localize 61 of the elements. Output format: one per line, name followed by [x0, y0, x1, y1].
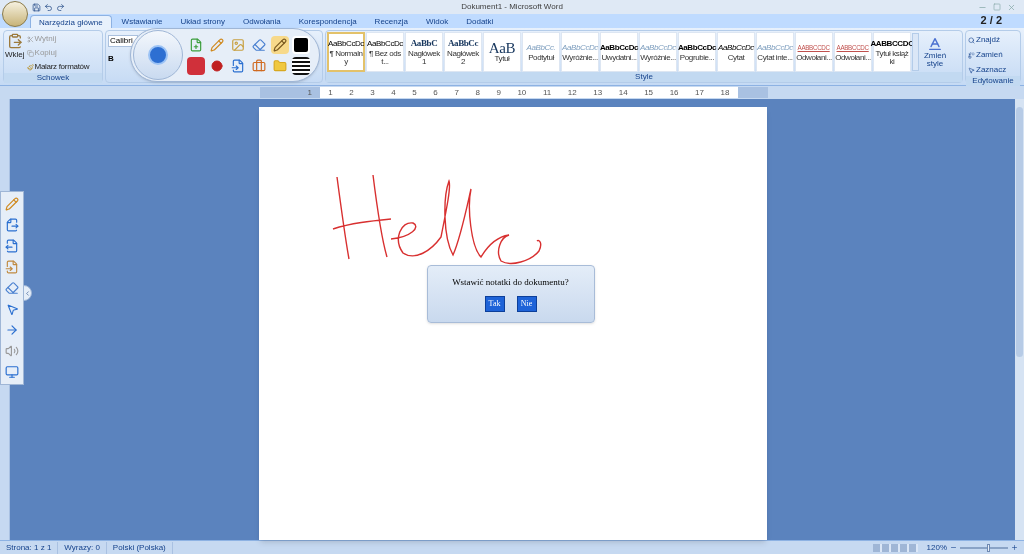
ruler-number: 15 — [644, 87, 654, 98]
find-button[interactable]: Znajdź — [968, 34, 1018, 46]
ribbon-tab[interactable]: Widok — [417, 15, 457, 28]
style-preset[interactable]: AaBbCcDc Wyróżnie... — [561, 31, 599, 72]
ribbon-tab[interactable]: Układ strony — [172, 15, 233, 28]
style-preset[interactable]: AABBCCDC Tytuł książki — [873, 31, 911, 72]
style-preset[interactable]: AABBCCDC Odwołani... — [834, 31, 872, 72]
ruler-number: 12 — [567, 87, 577, 98]
ribbon-tab[interactable]: Wstawianie — [113, 15, 171, 28]
status-item[interactable]: Polski (Polska) — [106, 541, 173, 554]
style-preset[interactable]: AaBbCcDc ¶ Bez odst... — [366, 31, 404, 72]
group-label: Schowek — [4, 73, 102, 83]
ruler-number: 10 — [517, 87, 527, 98]
style-preset[interactable]: AaBbCcDc Wyróżnie... — [639, 31, 677, 72]
ruler-number: 11 — [542, 87, 552, 98]
ruler-number: 14 — [618, 87, 628, 98]
status-item[interactable]: Wyrazy: 0 — [58, 541, 107, 554]
style-preset[interactable]: AABBCCDC Odwołani... — [795, 31, 833, 72]
select-button[interactable]: Zaznacz — [968, 64, 1018, 76]
ruler-number: 5 — [412, 87, 417, 98]
ruler-number: 2 — [349, 87, 354, 98]
ruler-number: 8 — [475, 87, 480, 98]
dialog-button[interactable]: Nie — [516, 296, 537, 313]
ruler-number: 7 — [454, 87, 459, 98]
style-preset[interactable]: AaBbC Nagłówek 1 — [405, 31, 443, 72]
ruler-number: 6 — [433, 87, 438, 98]
group-label: Style — [326, 72, 962, 82]
ribbon-tab[interactable]: Recenzja — [366, 15, 416, 28]
ruler-number: 1 — [328, 87, 333, 98]
bold-button[interactable]: B — [108, 53, 118, 65]
style-preset[interactable]: AaBbCc. Podtytuł — [522, 31, 560, 72]
zoom-level[interactable]: 120% — [926, 541, 947, 554]
ruler-number: 18 — [720, 87, 730, 98]
ruler-number: 3 — [370, 87, 375, 98]
style-preset[interactable]: AaBbCc Nagłówek 2 — [444, 31, 482, 72]
style-preset[interactable]: AaBbCcDc Uwydatni... — [600, 31, 638, 72]
change-styles-button[interactable]: Zmień style — [920, 35, 950, 68]
ribbon-tab[interactable]: Korespondencja — [290, 15, 365, 28]
dialog-button[interactable]: Tak — [484, 296, 505, 313]
style-preset[interactable]: AaBbCcDc Pogrubie... — [678, 31, 716, 72]
font-name-field[interactable]: Calibri — [108, 35, 138, 47]
ruler-number: 9 — [496, 87, 501, 98]
style-preset[interactable]: AaBbCcDc Cytat inte... — [756, 31, 794, 72]
ribbon-tab[interactable]: Narzędzia główne — [30, 15, 112, 28]
format-painter-button[interactable]: Malarz formatów — [26, 61, 90, 73]
group-label: Edytowanie — [966, 76, 1020, 86]
window-title: Dokument1 - Microsoft Word — [461, 1, 563, 13]
ruler-number: 13 — [593, 87, 603, 98]
paste-button[interactable]: Wklej — [5, 33, 25, 61]
dialog-message: Wstawić notatki do dokumentu? — [452, 275, 569, 289]
ruler-number: 4 — [391, 87, 396, 98]
style-preset[interactable]: AaB Tytuł — [483, 31, 521, 72]
ruler-number: 1 — [307, 87, 312, 98]
ribbon-tab[interactable]: Odwołania — [234, 15, 289, 28]
ribbon-tab[interactable]: Dodatki — [458, 15, 502, 28]
ruler-number: 16 — [669, 87, 679, 98]
style-preset[interactable]: AaBbCcDc Cytat — [717, 31, 755, 72]
replace-button[interactable]: Zamień — [968, 49, 1018, 61]
page-counter: 2 / 2 — [980, 14, 1002, 27]
status-item[interactable]: Strona: 1 z 1 — [0, 541, 59, 554]
ruler-number: 17 — [695, 87, 704, 98]
